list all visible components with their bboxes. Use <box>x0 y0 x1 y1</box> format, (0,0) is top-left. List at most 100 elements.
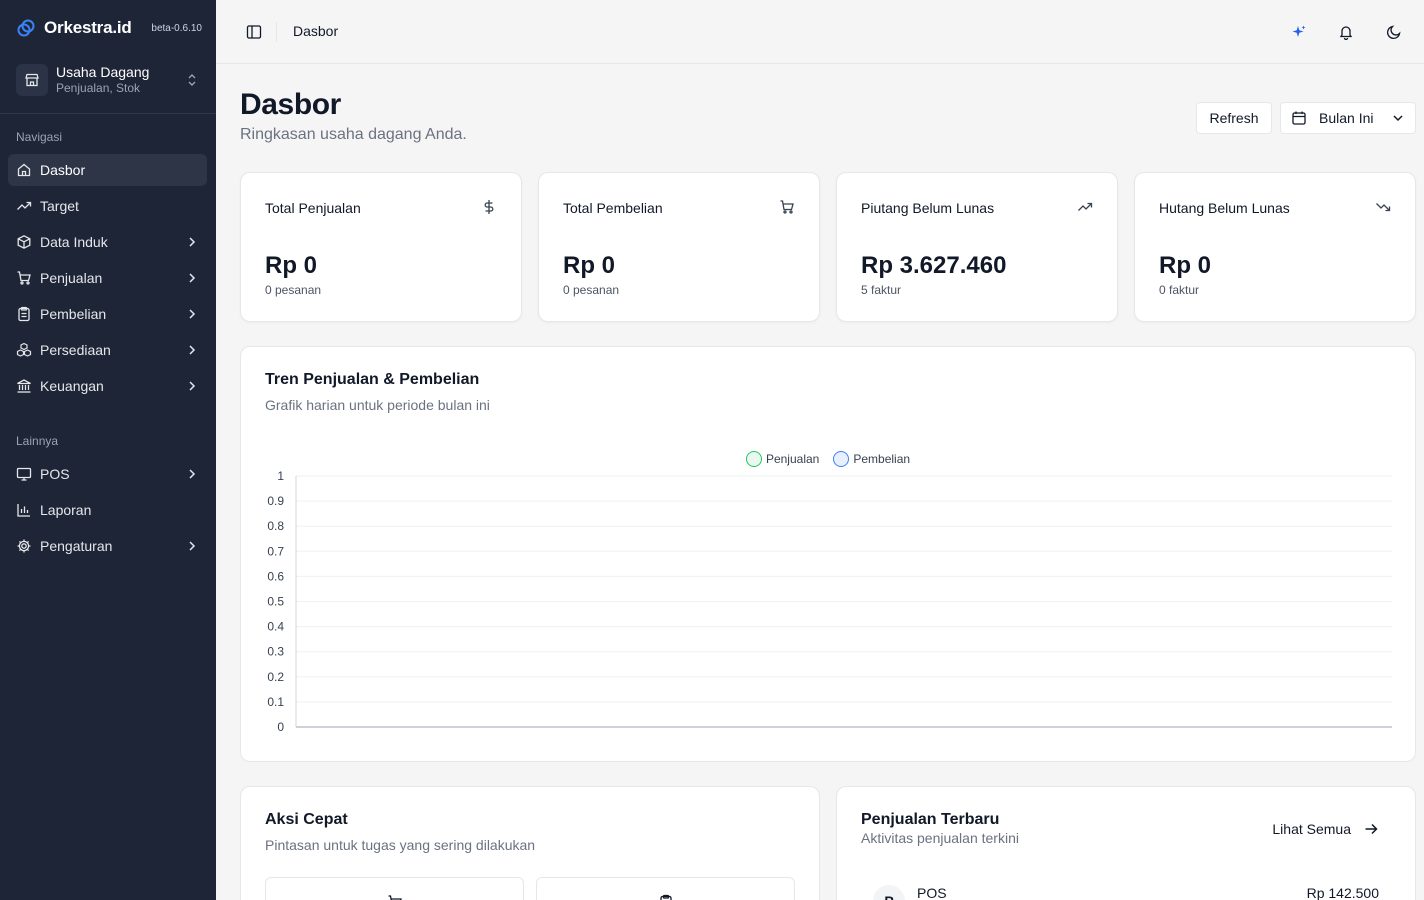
stat-card-hutang: Hutang Belum Lunas Rp 0 0 faktur <box>1134 172 1416 322</box>
bank-icon <box>16 378 32 394</box>
sidebar-toggle-icon[interactable] <box>244 22 264 42</box>
stat-value: Rp 3.627.460 <box>861 252 1007 279</box>
chevron-right-icon <box>189 381 196 391</box>
calendar-icon <box>1292 111 1306 125</box>
stat-label: Hutang Belum Lunas <box>1159 200 1290 216</box>
sidebar-item-label: Pengaturan <box>40 538 113 554</box>
arrow-right-icon <box>1365 823 1378 835</box>
card-title: Aksi Cepat <box>265 811 348 828</box>
workspace-title: Usaha Dagang <box>56 64 150 81</box>
page-subtitle: Ringkasan usaha dagang Anda. <box>240 126 467 143</box>
stat-label: Total Pembelian <box>563 200 663 216</box>
sidebar-item-label: Target <box>40 198 79 214</box>
period-select[interactable]: Bulan Ini <box>1280 102 1416 134</box>
stat-card-piutang: Piutang Belum Lunas Rp 3.627.460 5 faktu… <box>836 172 1118 322</box>
dollar-icon <box>484 200 494 214</box>
chevron-right-icon <box>189 309 196 319</box>
stat-sub: 0 pesanan <box>563 283 620 297</box>
sidebar-item-label: Dasbor <box>40 162 86 178</box>
sidebar-item-pengaturan[interactable]: Pengaturan <box>8 530 207 562</box>
sidebar-item-label: Pembelian <box>40 306 107 322</box>
y-tick-label: 0.2 <box>267 670 284 684</box>
chevron-right-icon <box>189 541 196 551</box>
shopping-cart-icon <box>16 270 32 286</box>
sidebar-item-keuangan[interactable]: Keuangan <box>8 370 207 402</box>
sidebar-item-dasbor[interactable]: Dasbor <box>8 154 207 186</box>
stat-card-total-penjualan: Total Penjualan Rp 0 0 pesanan <box>240 172 522 322</box>
sparkles-icon[interactable] <box>1289 22 1309 42</box>
quick-action-new-sale-button[interactable] <box>265 877 524 900</box>
brand[interactable]: Orkestra.id beta-0.6.10 <box>16 16 202 40</box>
y-tick-label: 1 <box>277 469 284 483</box>
y-tick-label: 0.9 <box>267 494 284 508</box>
sidebar-item-pembelian[interactable]: Pembelian <box>8 298 207 330</box>
trend-chart-card: Tren Penjualan & Pembelian Grafik harian… <box>240 346 1416 762</box>
clipboard-icon <box>16 306 32 322</box>
sidebar-item-pos[interactable]: POS <box>8 458 207 490</box>
trending-down-icon <box>1376 203 1391 212</box>
refresh-button[interactable]: Refresh <box>1196 102 1272 134</box>
sidebar-item-persediaan[interactable]: Persediaan <box>8 334 207 366</box>
sidebar-item-label: Penjualan <box>40 270 103 286</box>
sidebar-item-label: Persediaan <box>40 342 111 358</box>
trend-chart: 0 0.1 0.2 0.3 0.4 0.5 0.6 0.7 0.8 0.9 1 <box>267 469 1392 734</box>
stat-card-total-pembelian: Total Pembelian Rp 0 0 pesanan <box>538 172 820 322</box>
bar-chart-icon <box>16 502 32 518</box>
sidebar-item-label: Keuangan <box>40 378 104 394</box>
brand-name: Orkestra.id <box>44 18 132 37</box>
stat-sub: 0 faktur <box>1159 283 1200 297</box>
card-subtitle: Pintasan untuk tugas yang sering dilakuk… <box>265 837 536 853</box>
sidebar-item-target[interactable]: Target <box>8 190 207 222</box>
y-tick-label: 0 <box>277 720 284 734</box>
topbar: Dasbor <box>216 0 1424 64</box>
chevron-right-icon <box>189 345 196 355</box>
see-all-label: Lihat Semua <box>1272 821 1351 837</box>
section-label-navigasi: Navigasi <box>16 130 63 144</box>
store-icon <box>16 64 48 96</box>
sidebar-item-data-induk[interactable]: Data Induk <box>8 226 207 258</box>
clipboard-icon <box>660 894 672 900</box>
sidebar-item-label: Data Induk <box>40 234 108 250</box>
period-label: Bulan Ini <box>1319 110 1374 126</box>
sidebar-item-label: Laporan <box>40 502 92 518</box>
y-tick-label: 0.7 <box>267 544 284 558</box>
trending-up-icon <box>16 198 32 214</box>
home-icon <box>16 162 32 178</box>
avatar: P <box>873 885 905 900</box>
quick-actions-card: Aksi Cepat Pintasan untuk tugas yang ser… <box>240 786 820 900</box>
chevron-right-icon <box>189 273 196 283</box>
recent-sale-name[interactable]: POS <box>917 885 947 900</box>
package-icon <box>16 234 32 250</box>
y-tick-label: 0.6 <box>267 569 284 583</box>
stat-label: Total Penjualan <box>265 200 361 216</box>
chevron-right-icon <box>189 469 196 479</box>
sidebar-item-penjualan[interactable]: Penjualan <box>8 262 207 294</box>
shopping-cart-icon <box>780 200 794 214</box>
monitor-icon <box>16 466 32 482</box>
trending-up-icon <box>1078 202 1093 211</box>
version-badge: beta-0.6.10 <box>151 22 202 34</box>
gear-icon <box>16 538 32 554</box>
y-tick-label: 0.5 <box>267 595 284 609</box>
y-tick-label: 0.8 <box>267 519 284 533</box>
stat-value: Rp 0 <box>265 252 318 279</box>
moon-icon[interactable] <box>1384 22 1404 42</box>
sidebar: Orkestra.id beta-0.6.10 Usaha Dagang Pen… <box>0 0 216 900</box>
sidebar-item-laporan[interactable]: Laporan <box>8 494 207 526</box>
bell-icon[interactable] <box>1336 22 1356 42</box>
chevron-down-icon <box>1393 115 1403 122</box>
workspace-subtitle: Penjualan, Stok <box>56 81 141 96</box>
topbar-separator <box>276 22 277 42</box>
sidebar-item-label: POS <box>40 466 70 482</box>
y-tick-label: 0.1 <box>267 695 284 709</box>
recent-sales-card: Penjualan Terbaru Aktivitas penjualan te… <box>836 786 1416 900</box>
shopping-cart-icon <box>388 895 402 900</box>
recent-sale-amount: Rp 142.500 <box>1306 885 1379 900</box>
section-label-lainnya: Lainnya <box>16 434 59 448</box>
chevron-right-icon <box>189 237 196 247</box>
workspace-switcher[interactable]: Usaha Dagang Penjualan, Stok <box>16 60 200 100</box>
quick-action-new-purchase-button[interactable] <box>536 877 795 900</box>
stat-value: Rp 0 <box>563 252 616 279</box>
see-all-link[interactable]: Lihat Semua <box>1272 821 1379 837</box>
stat-value: Rp 0 <box>1159 252 1212 279</box>
